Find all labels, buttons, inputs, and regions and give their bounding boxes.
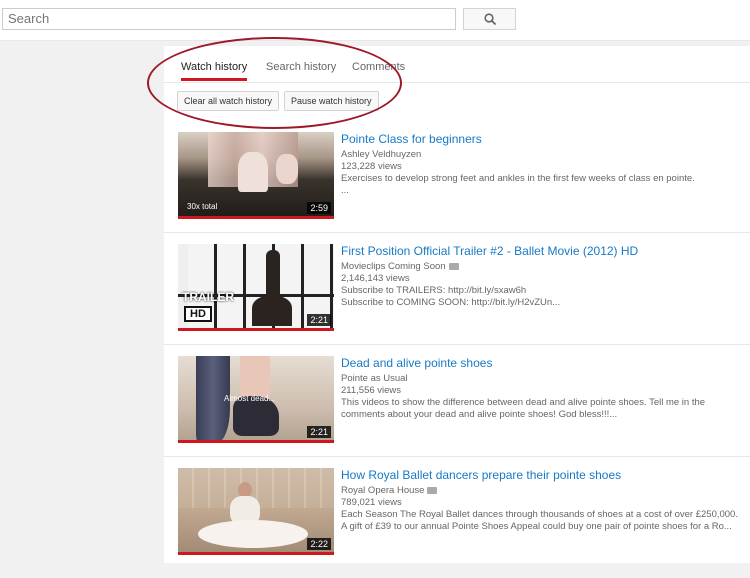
video-row[interactable]: 2:22 How Royal Ballet dancers prepare th…	[164, 468, 750, 578]
row-divider	[164, 344, 750, 345]
channel-name[interactable]: Pointe as Usual	[341, 373, 408, 385]
video-title[interactable]: First Position Official Trailer #2 - Bal…	[341, 244, 638, 258]
duration-badge: 2:59	[307, 202, 331, 214]
verified-icon	[448, 262, 459, 270]
duration-badge: 2:21	[307, 426, 331, 438]
row-divider	[164, 232, 750, 233]
video-description: Each Season The Royal Ballet dances thro…	[341, 509, 738, 520]
view-count: 2,146,143 views	[341, 273, 410, 284]
video-row[interactable]: Almost dead... 2:21 Dead and alive point…	[164, 356, 750, 466]
view-count: 123,228 views	[341, 161, 402, 172]
search-icon	[484, 13, 497, 26]
search-button[interactable]	[463, 8, 516, 30]
overlay-caption: Almost dead...	[224, 394, 276, 403]
channel-name[interactable]: Royal Opera House	[341, 485, 438, 497]
watched-progress-bar	[178, 328, 334, 331]
video-thumbnail[interactable]: 30x total 2:59	[178, 132, 334, 219]
video-description: Exercises to develop strong feet and ank…	[341, 173, 695, 184]
hd-badge: HD	[184, 306, 212, 322]
duration-badge: 2:21	[307, 314, 331, 326]
video-thumbnail[interactable]: 2:22	[178, 468, 334, 555]
video-description-more: ...	[341, 185, 349, 196]
channel-name[interactable]: Movieclips Coming Soon	[341, 261, 459, 273]
trailer-label: TRAILER	[182, 290, 234, 304]
video-thumbnail[interactable]: TRAILER HD 2:21	[178, 244, 334, 331]
view-count: 211,556 views	[341, 385, 402, 396]
watched-progress-bar	[178, 440, 334, 443]
search-input[interactable]	[2, 8, 456, 30]
verified-icon	[427, 486, 438, 494]
video-description: This videos to show the difference betwe…	[341, 397, 706, 408]
video-title[interactable]: Pointe Class for beginners	[341, 132, 482, 146]
video-description-more: Subscribe to COMING SOON: http://bit.ly/…	[341, 297, 561, 308]
video-row[interactable]: 30x total 2:59 Pointe Class for beginner…	[164, 132, 750, 242]
duration-badge: 2:22	[307, 538, 331, 550]
video-row[interactable]: TRAILER HD 2:21 First Position Official …	[164, 244, 750, 354]
highlight-annotation	[147, 37, 402, 129]
video-description: Subscribe to TRAILERS: http://bit.ly/sxa…	[341, 285, 527, 296]
video-title[interactable]: Dead and alive pointe shoes	[341, 356, 492, 370]
top-bar	[0, 0, 750, 41]
video-thumbnail[interactable]: Almost dead... 2:21	[178, 356, 334, 443]
row-divider	[164, 456, 750, 457]
play-count-label: 30x total	[187, 202, 218, 211]
video-description-more: comments about your dead and alive point…	[341, 409, 618, 420]
video-description-more: A gift of £39 to our annual Pointe Shoes…	[341, 521, 732, 532]
watched-progress-bar	[178, 552, 334, 555]
channel-name[interactable]: Ashley Veldhuyzen	[341, 149, 421, 161]
video-title[interactable]: How Royal Ballet dancers prepare their p…	[341, 468, 621, 482]
watched-progress-bar	[178, 216, 334, 219]
view-count: 789,021 views	[341, 497, 402, 508]
